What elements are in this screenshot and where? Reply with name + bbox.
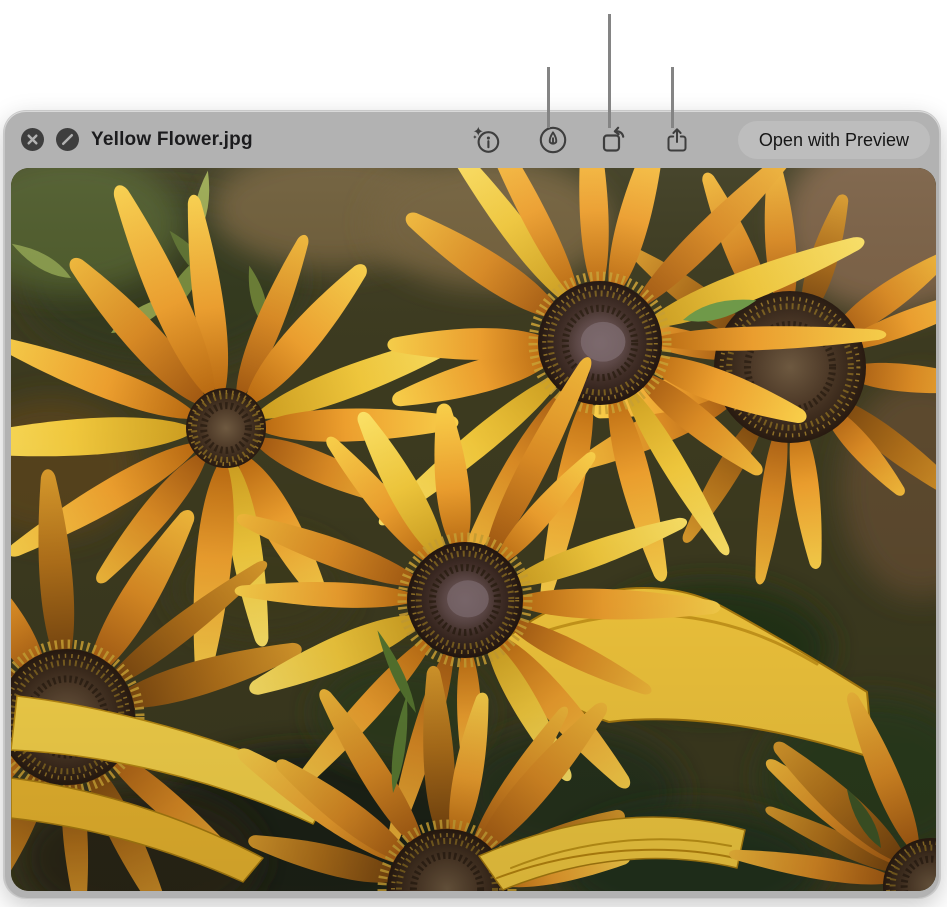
callout-line-markup [547,67,550,128]
visual-look-up-button[interactable] [470,123,504,157]
flower-photo-svg [11,168,936,891]
share-icon [662,125,692,155]
callout-line-share [671,67,674,128]
rotate-left-button[interactable] [597,123,631,157]
circle-slash-icon [56,128,79,151]
close-circle-icon [21,128,44,151]
window-title: Yellow Flower.jpg [91,111,253,168]
open-with-preview-button[interactable]: Open with Preview [738,121,930,159]
rotate-left-icon [599,125,629,155]
page: { "titlebar": { "title": "Yellow Flower.… [0,0,947,907]
quick-look-window: Yellow Flower.jpg [4,111,940,898]
markup-button[interactable] [536,123,570,157]
image-preview [11,168,936,891]
callout-line-rotate [608,14,611,128]
markup-pen-icon [538,125,568,155]
sparkle-info-icon [472,125,502,155]
close-button[interactable] [21,128,44,151]
share-button[interactable] [660,123,694,157]
no-entry-button[interactable] [56,128,79,151]
quick-look-toolbar: Yellow Flower.jpg [4,111,940,168]
